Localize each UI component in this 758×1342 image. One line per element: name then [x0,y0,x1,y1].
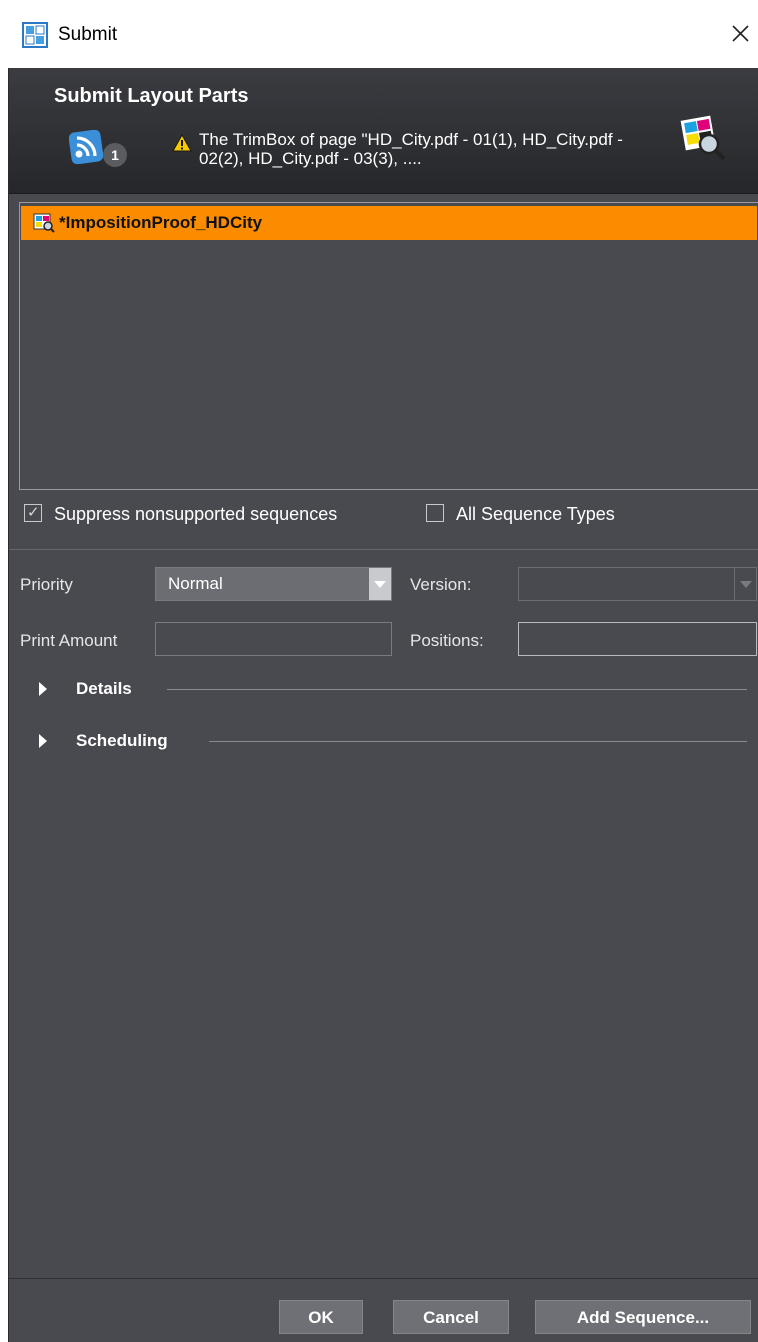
priority-label: Priority [20,575,73,594]
button-bar: OK Cancel Add Sequence... [9,1278,758,1342]
count-badge: 1 [103,143,127,167]
submit-app-icon [22,22,48,48]
list-item-label: *ImpositionProof_HDCity [59,213,263,232]
dialog-header: Submit Layout Parts 1 The TrimBox of pag… [9,68,758,194]
warning-message: The TrimBox of page "HD_City.pdf - 01(1)… [199,130,623,168]
scheduling-section[interactable]: Scheduling [9,730,758,754]
proof-item-icon [33,213,55,233]
close-icon[interactable] [725,19,755,49]
suppress-checkbox[interactable]: ✓ [24,504,42,522]
version-select[interactable] [518,567,757,601]
positions-field[interactable] [518,622,757,656]
priority-value: Normal [168,574,223,593]
suppress-option[interactable]: ✓ Suppress nonsupported sequences [24,502,404,526]
list-item[interactable]: *ImpositionProof_HDCity [21,206,757,240]
section-rule [167,689,747,690]
details-section[interactable]: Details [9,678,758,702]
title-bar: Submit [0,0,758,68]
cancel-button[interactable]: Cancel [393,1300,509,1334]
warning-icon [172,134,192,152]
details-label[interactable]: Details [76,679,132,699]
expand-triangle-icon[interactable] [39,734,47,748]
version-label: Version: [410,575,472,594]
chevron-down-icon[interactable] [369,568,391,600]
dialog-body: Submit Layout Parts 1 The TrimBox of pag… [8,68,758,1342]
section-rule [209,741,747,742]
chevron-down-icon[interactable] [734,568,756,600]
window-title: Submit [58,24,118,45]
all-sequence-types-checkbox[interactable] [426,504,444,522]
scheduling-label[interactable]: Scheduling [76,731,168,751]
dialog-heading: Submit Layout Parts [54,85,249,107]
all-sequence-types-option[interactable]: All Sequence Types [426,502,656,526]
divider [9,549,758,550]
print-amount-field[interactable] [155,622,392,656]
print-amount-label: Print Amount [20,631,118,650]
priority-select[interactable]: Normal [155,567,392,601]
positions-label: Positions: [410,631,484,650]
suppress-label: Suppress nonsupported sequences [54,504,338,524]
ok-button[interactable]: OK [279,1300,363,1334]
rss-feed-icon [69,130,103,164]
expand-triangle-icon[interactable] [39,682,47,696]
proof-preview-icon [680,115,726,161]
add-sequence-button[interactable]: Add Sequence... [535,1300,751,1334]
all-sequence-types-label: All Sequence Types [456,504,615,524]
layout-parts-list[interactable]: *ImpositionProof_HDCity [19,202,758,490]
